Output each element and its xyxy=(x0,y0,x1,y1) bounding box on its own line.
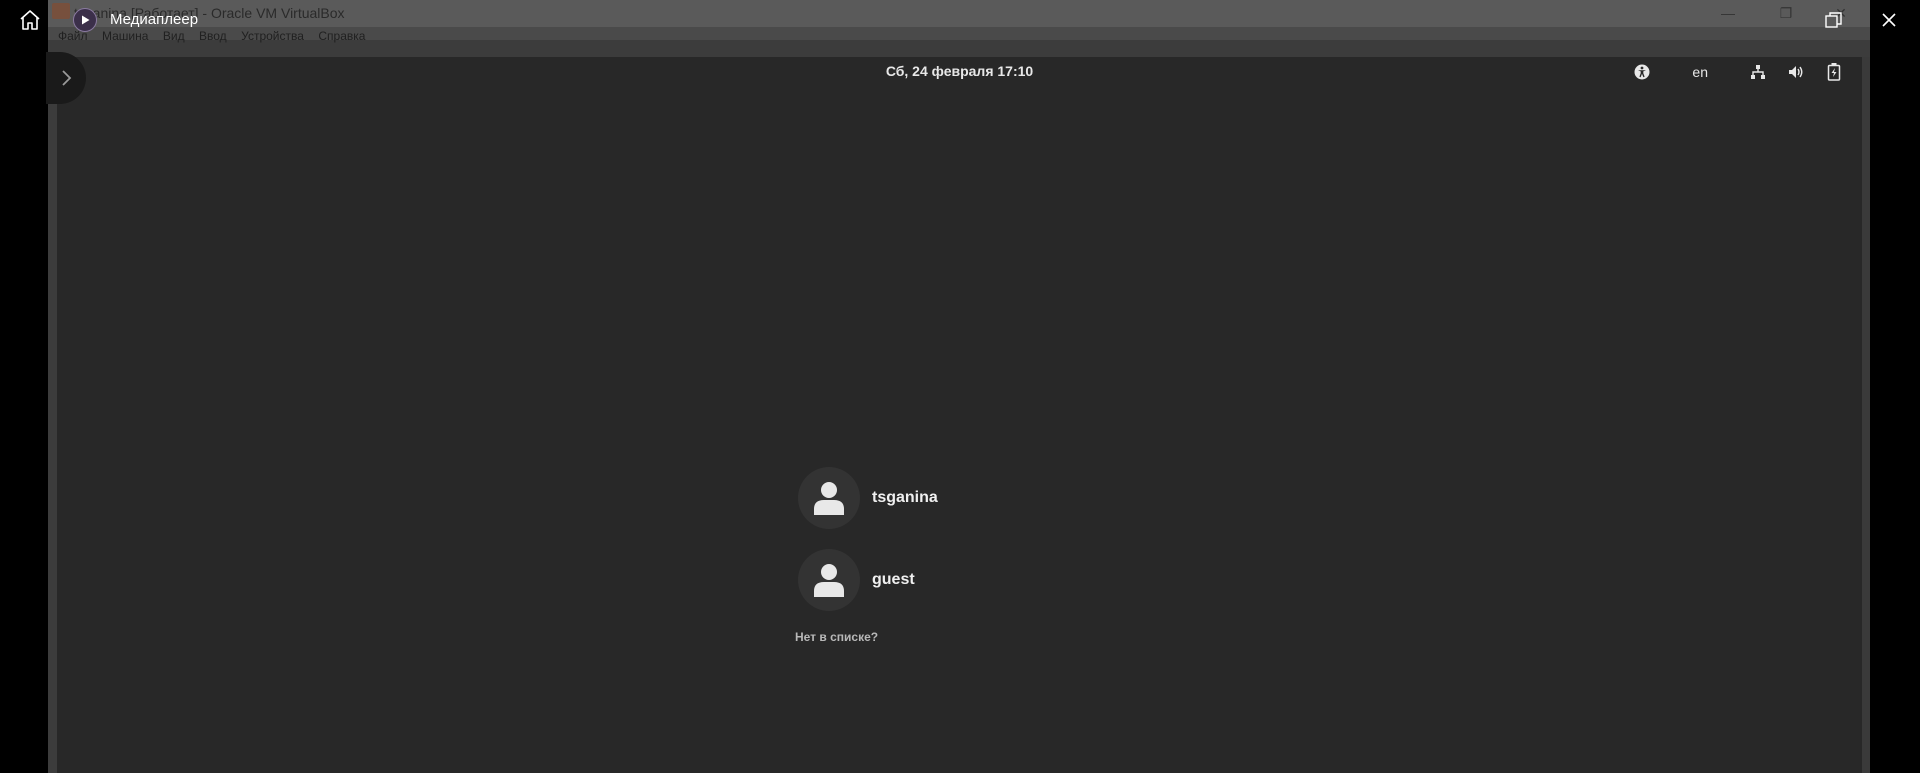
media-player-logo-icon xyxy=(73,8,97,32)
avatar xyxy=(798,467,860,529)
user-list-item[interactable]: tsganina xyxy=(798,466,1098,530)
volume-icon[interactable] xyxy=(1786,62,1806,82)
media-player-title: Медиаплеер xyxy=(110,11,199,28)
avatar xyxy=(798,549,860,611)
user-icon xyxy=(814,564,844,597)
home-icon[interactable] xyxy=(18,8,42,32)
keyboard-layout-indicator[interactable]: en xyxy=(1692,62,1708,82)
accessibility-icon[interactable] xyxy=(1632,62,1652,82)
chevron-right-icon xyxy=(62,70,72,86)
battery-icon[interactable] xyxy=(1824,62,1844,82)
picture-in-picture-icon[interactable] xyxy=(1824,10,1844,30)
close-icon[interactable] xyxy=(1878,9,1900,31)
user-name: tsganina xyxy=(872,489,938,506)
gnome-login-screen: Сб, 24 февраля 17:10 en tsganina guest Н… xyxy=(57,57,1862,773)
user-list: tsganina guest xyxy=(798,466,1098,630)
window-right-border xyxy=(1862,57,1870,773)
top-bar-clock[interactable]: Сб, 24 февраля 17:10 xyxy=(57,63,1862,79)
not-listed-link[interactable]: Нет в списке? xyxy=(795,630,878,644)
system-status-area[interactable]: en xyxy=(1632,62,1844,82)
user-list-item[interactable]: guest xyxy=(798,548,1098,612)
user-name: guest xyxy=(872,571,915,588)
network-icon[interactable] xyxy=(1748,62,1768,82)
media-player-titlebar: Медиаплеер xyxy=(0,0,1920,40)
user-icon xyxy=(814,482,844,515)
